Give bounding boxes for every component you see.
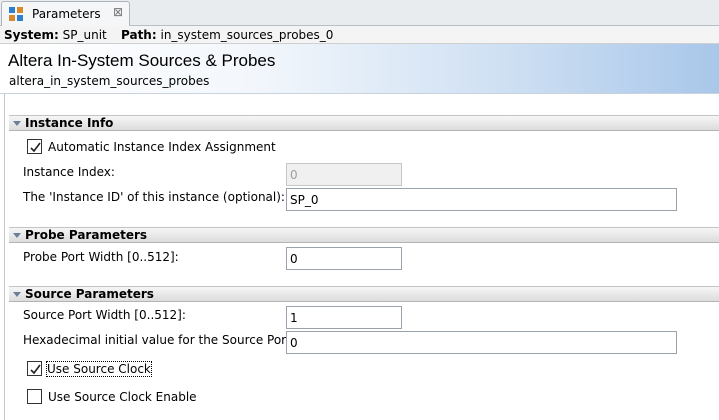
use-source-clock-enable-checkbox[interactable] [27, 389, 42, 404]
source-width-field[interactable]: 1 [286, 306, 402, 329]
use-source-clock-checkbox[interactable] [27, 361, 42, 376]
parameters-icon [9, 7, 23, 21]
tab-strip: Parameters ⊠ [0, 0, 719, 27]
section-title: Instance Info [25, 116, 114, 130]
hex-initial-field[interactable]: 0 [286, 331, 677, 354]
section-probe-parameters[interactable]: Probe Parameters [9, 227, 719, 243]
path-label: Path: [121, 28, 157, 42]
instance-index-label: Instance Index: [23, 165, 115, 179]
probe-width-field[interactable]: 0 [286, 247, 402, 270]
tab-title: Parameters [32, 7, 101, 21]
component-subtitle: altera_in_system_sources_probes [9, 74, 210, 88]
tab-parameters[interactable]: Parameters ⊠ [1, 1, 130, 27]
section-title: Source Parameters [25, 287, 154, 301]
use-source-clock-label[interactable]: Use Source Clock [46, 361, 152, 377]
collapse-triangle-icon[interactable] [13, 121, 21, 126]
panel-divider [4, 94, 5, 420]
instance-index-field[interactable]: 0 [286, 163, 402, 186]
component-banner: Altera In-System Sources & Probes altera… [0, 44, 719, 94]
instance-id-field[interactable]: SP_0 [286, 188, 677, 211]
hex-initial-label: Hexadecimal initial value for the Source… [23, 333, 295, 347]
use-source-clock-enable-label: Use Source Clock Enable [48, 390, 197, 404]
instance-id-label: The 'Instance ID' of this instance (opti… [23, 190, 285, 204]
section-title: Probe Parameters [25, 228, 148, 242]
section-instance-info[interactable]: Instance Info [9, 115, 719, 131]
checkmark-icon [30, 142, 41, 153]
system-path-bar: System: SP_unit Path: in_system_sources_… [0, 26, 719, 44]
auto-index-checkbox[interactable] [27, 139, 42, 154]
section-source-parameters[interactable]: Source Parameters [9, 286, 719, 302]
auto-index-label: Automatic Instance Index Assignment [48, 140, 276, 154]
checkmark-icon [30, 364, 41, 375]
system-label: System: [4, 28, 59, 42]
probe-width-label: Probe Port Width [0..512]: [23, 250, 179, 264]
component-title: Altera In-System Sources & Probes [8, 51, 276, 70]
collapse-triangle-icon[interactable] [13, 292, 21, 297]
collapse-triangle-icon[interactable] [13, 233, 21, 238]
close-icon[interactable]: ⊠ [113, 5, 123, 19]
system-value: SP_unit [62, 28, 107, 42]
source-width-label: Source Port Width [0..512]: [23, 308, 186, 322]
path-value: in_system_sources_probes_0 [160, 28, 334, 42]
